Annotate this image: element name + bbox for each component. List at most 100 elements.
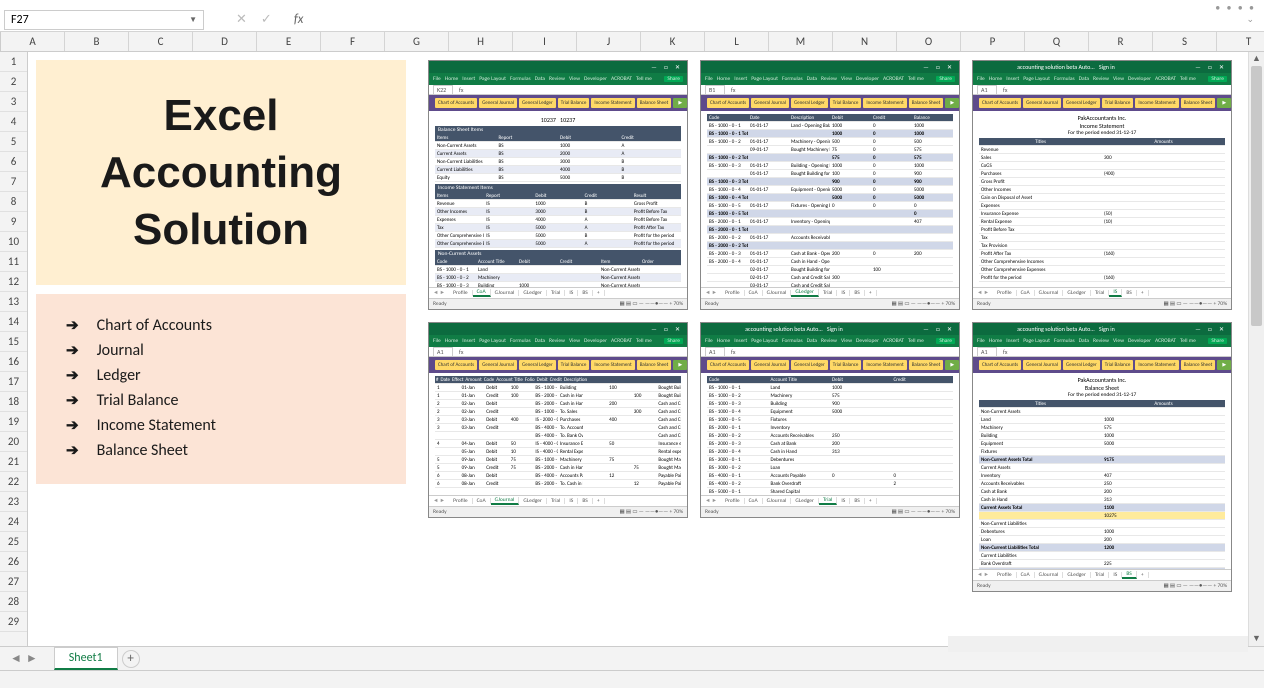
enter-icon[interactable]: ✓ <box>257 12 276 27</box>
thumb-titlebar: — □ ✕ <box>429 323 687 335</box>
column-header-P[interactable]: P <box>961 32 1025 51</box>
column-header-L[interactable]: L <box>705 32 769 51</box>
column-headers: ABCDEFGHIJKLMNOPQRST <box>0 32 1264 52</box>
row-header-24[interactable]: 24 <box>0 512 27 532</box>
row-header-4[interactable]: 4 <box>0 112 27 132</box>
row-header-25[interactable]: 25 <box>0 532 27 552</box>
row-header-20[interactable]: 20 <box>0 432 27 452</box>
sheet-next-icon[interactable]: ► <box>26 651 38 666</box>
column-header-H[interactable]: H <box>449 32 513 51</box>
title-block: Excel Accounting Solution <box>36 60 406 285</box>
horizontal-scrollbar[interactable] <box>948 636 1248 652</box>
thumb-nav: Chart of AccountsGeneral JournalGeneral … <box>429 95 687 111</box>
scroll-thumb[interactable] <box>1251 66 1262 326</box>
arrow-icon: ➔ <box>66 316 79 335</box>
thumb-titlebar: accounting solution beta Auto... Sign in… <box>973 323 1231 335</box>
column-header-I[interactable]: I <box>513 32 577 51</box>
thumbnail-journal: — □ ✕FileHomeInsertPage LayoutFormulasDa… <box>428 322 688 518</box>
row-header-19[interactable]: 19 <box>0 412 27 432</box>
row-header-1[interactable]: 1 <box>0 52 27 72</box>
row-header-12[interactable]: 12 <box>0 272 27 292</box>
worksheet-cells[interactable]: Excel Accounting Solution ➔ Chart of Acco… <box>28 52 1264 650</box>
column-header-A[interactable]: A <box>1 32 65 51</box>
row-header-27[interactable]: 27 <box>0 572 27 592</box>
list-item-label: Income Statement <box>97 416 216 435</box>
row-header-14[interactable]: 14 <box>0 312 27 332</box>
feature-list: ➔ Chart of Accounts ➔ Journal ➔Ledger ➔Trial … <box>36 294 406 484</box>
thumb-sheet-tabs: ◄ ►ProfileCoAGJournalGLedgerTrialISBS+ <box>973 287 1231 298</box>
column-header-T[interactable]: T <box>1217 32 1264 51</box>
scroll-down-icon[interactable]: ▼ <box>1249 632 1264 646</box>
column-header-M[interactable]: M <box>769 32 833 51</box>
sheet-tabs-bar: ◄ ► Sheet1 + <box>0 646 1264 670</box>
window-buttons: — □ ✕ <box>651 325 683 333</box>
row-header-9[interactable]: 9 <box>0 212 27 232</box>
row-header-16[interactable]: 16 <box>0 352 27 372</box>
window-buttons: — □ ✕ <box>1195 325 1227 333</box>
column-header-Q[interactable]: Q <box>1025 32 1089 51</box>
column-header-F[interactable]: F <box>321 32 385 51</box>
column-header-S[interactable]: S <box>1153 32 1217 51</box>
row-header-26[interactable]: 26 <box>0 552 27 572</box>
list-item-label: Journal <box>97 341 144 360</box>
row-header-11[interactable]: 11 <box>0 252 27 272</box>
column-header-N[interactable]: N <box>833 32 897 51</box>
fx-icon[interactable]: fx <box>290 12 308 27</box>
select-all-corner[interactable] <box>0 32 1 51</box>
row-header-28[interactable]: 28 <box>0 592 27 612</box>
thumb-status: Ready▦ ▤ ▭ — ——●—— + 70% <box>973 298 1231 309</box>
thumb-nav: Chart of AccountsGeneral JournalGeneral … <box>973 95 1231 111</box>
vertical-scrollbar[interactable]: ▲ ▼ <box>1248 52 1264 646</box>
arrow-icon: ➔ <box>66 341 79 360</box>
scroll-up-icon[interactable]: ▲ <box>1249 52 1264 66</box>
formula-buttons: ✕ ✓ fx <box>232 12 307 27</box>
thumb-titlebar: accounting solution beta Auto... Sign in… <box>973 61 1231 73</box>
list-item: ➔Balance Sheet <box>66 441 376 460</box>
row-header-2[interactable]: 2 <box>0 72 27 92</box>
thumbnail-ledger: — □ ✕FileHomeInsertPage LayoutFormulasDa… <box>700 60 960 310</box>
list-item: ➔Ledger <box>66 366 376 385</box>
status-bar <box>0 670 1264 688</box>
sheet-tab-sheet1[interactable]: Sheet1 <box>54 647 118 670</box>
row-header-6[interactable]: 6 <box>0 152 27 172</box>
row-header-8[interactable]: 8 <box>0 192 27 212</box>
row-header-29[interactable]: 29 <box>0 612 27 632</box>
arrow-icon: ➔ <box>66 366 79 385</box>
sheet-prev-icon[interactable]: ◄ <box>10 651 22 666</box>
row-header-10[interactable]: 10 <box>0 232 27 252</box>
column-header-K[interactable]: K <box>641 32 705 51</box>
add-sheet-button[interactable]: + <box>122 650 140 668</box>
row-header-23[interactable]: 23 <box>0 492 27 512</box>
thumb-ribbon: FileHomeInsertPage LayoutFormulasDataRev… <box>973 335 1231 347</box>
row-header-22[interactable]: 22 <box>0 472 27 492</box>
thumbnail-coa: — □ ✕FileHomeInsertPage LayoutFormulasDa… <box>428 60 688 310</box>
cancel-icon[interactable]: ✕ <box>232 12 251 27</box>
thumb-titlebar: — □ ✕ <box>701 61 959 73</box>
row-header-21[interactable]: 21 <box>0 452 27 472</box>
column-header-D[interactable]: D <box>193 32 257 51</box>
column-header-B[interactable]: B <box>65 32 129 51</box>
row-header-15[interactable]: 15 <box>0 332 27 352</box>
row-header-5[interactable]: 5 <box>0 132 27 152</box>
name-box-dropdown-icon[interactable]: ▼ <box>189 15 197 25</box>
thumb-formula-bar: B1fx <box>701 85 959 95</box>
sheet-nav-arrows[interactable]: ◄ ► <box>0 651 48 666</box>
column-header-R[interactable]: R <box>1089 32 1153 51</box>
row-header-17[interactable]: 17 <box>0 372 27 392</box>
thumbnail-balance-sheet: accounting solution beta Auto... Sign in… <box>972 322 1232 592</box>
column-header-C[interactable]: C <box>129 32 193 51</box>
list-item-label: Chart of Accounts <box>97 316 212 335</box>
column-header-O[interactable]: O <box>897 32 961 51</box>
column-header-G[interactable]: G <box>385 32 449 51</box>
name-box[interactable]: F27 ▼ <box>4 10 204 30</box>
column-header-J[interactable]: J <box>577 32 641 51</box>
row-header-3[interactable]: 3 <box>0 92 27 112</box>
column-header-E[interactable]: E <box>257 32 321 51</box>
list-item: ➔Trial Balance <box>66 391 376 410</box>
row-header-18[interactable]: 18 <box>0 392 27 412</box>
thumb-sheet-tabs: ◄ ►ProfileCoAGJournalGLedgerTrialISBS+ <box>973 569 1231 580</box>
formula-expand-icon[interactable]: ⌄ <box>1246 14 1260 25</box>
row-header-7[interactable]: 7 <box>0 172 27 192</box>
row-header-13[interactable]: 13 <box>0 292 27 312</box>
window-controls[interactable]: • • • • <box>1215 1 1256 14</box>
